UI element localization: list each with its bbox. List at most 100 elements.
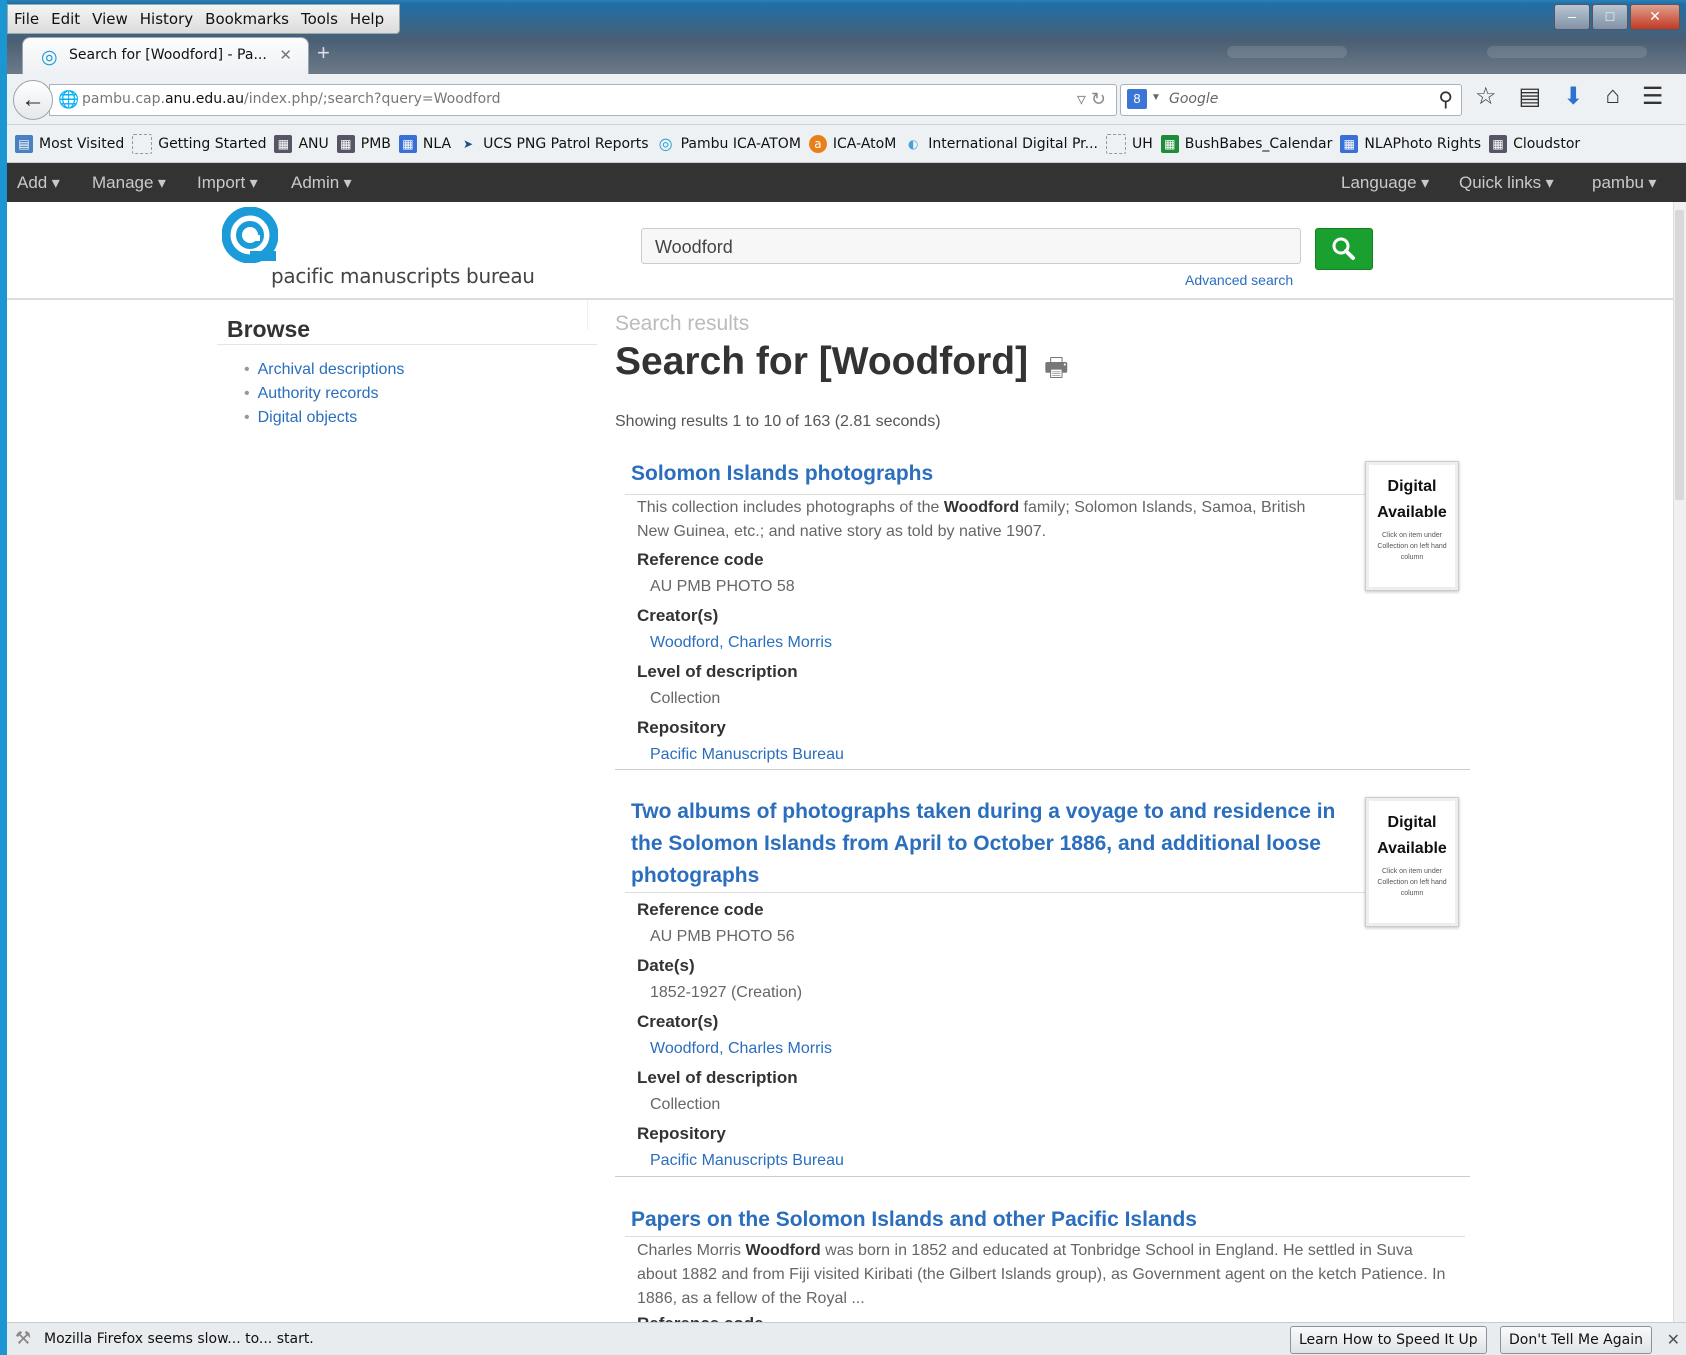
field-label: Reference code: [637, 900, 764, 919]
admin-menu-bar: Add Manage Import Admin Language Quick l…: [7, 163, 1686, 202]
tab-search-woodford[interactable]: ◎ Search for [Woodford] - Pa... ✕: [22, 37, 309, 75]
back-button[interactable]: ←: [13, 80, 53, 120]
maximize-button[interactable]: □: [1592, 4, 1628, 30]
level-of-description: Collection: [650, 1096, 721, 1113]
field-label: Reference code: [637, 1314, 764, 1322]
notification-bar: ⚒ Mozilla Firefox seems slow... to... st…: [7, 1322, 1686, 1355]
result-title[interactable]: Two albums of photographs taken during a…: [631, 796, 1335, 892]
badge-line: Digital: [1387, 814, 1437, 831]
bookmark-cloudstor[interactable]: ▦ Cloudstor: [1489, 134, 1580, 153]
divider: [587, 300, 588, 330]
close-window-button[interactable]: ✕: [1630, 4, 1680, 30]
digital-available-thumbnail[interactable]: Digital Available Click on item under Co…: [1365, 461, 1459, 591]
menu-view[interactable]: View: [86, 5, 134, 33]
pambu-favicon-icon: ◎: [41, 47, 58, 68]
search-input[interactable]: Woodford: [641, 228, 1301, 264]
result-title[interactable]: Solomon Islands photographs: [631, 458, 933, 490]
digital-available-thumbnail[interactable]: Digital Available Click on item under Co…: [1365, 797, 1459, 927]
search-icon[interactable]: ⚲: [1438, 87, 1453, 112]
field-label: Creator(s): [637, 606, 719, 625]
menu-quick-links[interactable]: Quick links: [1459, 173, 1554, 193]
creator-link[interactable]: Woodford, Charles Morris: [650, 1040, 832, 1058]
image-icon: ▦: [274, 134, 293, 153]
browse-archival-descriptions[interactable]: Archival descriptions: [244, 358, 405, 382]
notification-message: Mozilla Firefox seems slow... to... star…: [44, 1331, 314, 1347]
creator-link[interactable]: Woodford, Charles Morris: [650, 634, 832, 652]
bookmarks-toolbar: ▤ Most Visited Getting Started ▦ ANU ▦ PMB …: [7, 125, 1686, 163]
close-icon[interactable]: ✕: [1667, 1330, 1680, 1350]
reading-list-icon[interactable]: ▤: [1519, 82, 1542, 111]
bookmark-uh[interactable]: UH: [1105, 133, 1153, 154]
menu-bookmarks[interactable]: Bookmarks: [199, 5, 295, 33]
slow-startup-icon: ⚒: [15, 1328, 32, 1348]
hamburger-menu-icon[interactable]: ☰: [1642, 82, 1664, 111]
bookmark-anu[interactable]: ▦ ANU: [274, 134, 329, 153]
bookmark-pmb[interactable]: ▦ PMB: [336, 134, 391, 153]
dont-tell-me-again-button[interactable]: Don't Tell Me Again: [1500, 1326, 1652, 1354]
advanced-search-link[interactable]: Advanced search: [1185, 272, 1293, 288]
bookmark-star-icon[interactable]: ☆: [1475, 82, 1497, 111]
bookmark-international-digital[interactable]: ◐ International Digital Pr...: [904, 135, 1098, 153]
search-result: Solomon Islands photographs This collect…: [615, 458, 1465, 768]
divider: [615, 769, 1470, 770]
menu-language[interactable]: Language: [1341, 173, 1429, 193]
repository-link[interactable]: Pacific Manuscripts Bureau: [650, 1152, 844, 1170]
menu-user-pambu[interactable]: pambu: [1592, 173, 1656, 193]
page-scrollbar[interactable]: [1673, 202, 1686, 1322]
page-icon: [132, 133, 153, 154]
menu-bar: File Edit View History Bookmarks Tools Help: [7, 4, 400, 34]
search-bar[interactable]: 8 ▼ Google ⚲: [1120, 84, 1462, 116]
menu-admin[interactable]: Admin: [291, 173, 352, 193]
menu-help[interactable]: Help: [344, 5, 390, 33]
search-button[interactable]: [1315, 228, 1373, 270]
logo-text[interactable]: pacific manuscripts bureau: [271, 264, 535, 288]
learn-speed-up-button[interactable]: Learn How to Speed It Up: [1290, 1326, 1487, 1354]
browser-window: File Edit View History Bookmarks Tools Help – …: [7, 0, 1686, 1355]
pmb-logo-icon[interactable]: [222, 207, 278, 263]
badge-line: Available: [1377, 840, 1447, 857]
google-engine-icon[interactable]: 8: [1127, 89, 1147, 109]
divider: [625, 1236, 1465, 1237]
address-bar[interactable]: 🌐 pambu.cap.anu.edu.au/index.php/;search…: [49, 84, 1117, 116]
result-summary: This collection includes photographs of …: [637, 499, 1306, 540]
menu-tools[interactable]: Tools: [295, 5, 344, 33]
field-label: Repository: [637, 718, 726, 737]
browse-authority-records[interactable]: Authority records: [244, 382, 404, 406]
results-count: Showing results 1 to 10 of 163 (2.81 sec…: [615, 413, 941, 430]
tab-title: Search for [Woodford] - Pa...: [69, 47, 267, 63]
menu-edit[interactable]: Edit: [45, 5, 86, 33]
menu-import[interactable]: Import: [197, 173, 258, 193]
browse-digital-objects[interactable]: Digital objects: [244, 406, 404, 430]
menu-file[interactable]: File: [8, 5, 45, 33]
menu-history[interactable]: History: [134, 5, 199, 33]
menu-add[interactable]: Add: [17, 173, 60, 193]
bookmark-getting-started[interactable]: Getting Started: [132, 133, 266, 154]
bookmark-pambu-ica-atom[interactable]: ◎ Pambu ICA-ATOM: [657, 134, 801, 153]
bookmark-nlaphoto-rights[interactable]: ▦ NLAPhoto Rights: [1340, 134, 1481, 153]
page-title: Search for [Woodford]: [615, 340, 1029, 383]
close-tab-icon[interactable]: ✕: [279, 46, 292, 64]
divider: [615, 1176, 1470, 1177]
field-label: Creator(s): [637, 1012, 719, 1031]
bookmark-ica-atom[interactable]: a ICA-AtoM: [808, 134, 896, 153]
globe-icon: 🌐: [58, 90, 80, 109]
url-text: pambu.cap.anu.edu.au/index.php/;search?q…: [82, 91, 501, 107]
scrollbar-thumb[interactable]: [1675, 210, 1684, 500]
divider: [625, 494, 1365, 495]
bookmark-nla[interactable]: ▦ NLA: [398, 134, 451, 153]
bookmark-bushbabes-calendar[interactable]: ▦ BushBabes_Calendar: [1160, 134, 1332, 153]
bookmark-most-visited[interactable]: ▤ Most Visited: [15, 134, 124, 153]
printer-icon[interactable]: 🖶: [1044, 349, 1069, 393]
downloads-icon[interactable]: ⬇: [1563, 82, 1583, 111]
result-title[interactable]: Papers on the Solomon Islands and other …: [631, 1204, 1197, 1236]
home-icon[interactable]: ⌂: [1605, 82, 1620, 111]
bookmark-ucs-png[interactable]: ➤ UCS PNG Patrol Reports: [459, 135, 649, 153]
menu-manage[interactable]: Manage: [92, 173, 166, 193]
grid-icon: ▦: [398, 134, 417, 153]
new-tab-icon[interactable]: +: [317, 40, 330, 66]
spreadsheet-icon: ▦: [1160, 134, 1179, 153]
browse-list: Archival descriptions Authority records …: [244, 358, 405, 430]
minimize-button[interactable]: –: [1554, 4, 1590, 30]
repository-link[interactable]: Pacific Manuscripts Bureau: [650, 746, 844, 764]
reload-icon[interactable]: ▿ ↻: [1077, 89, 1106, 110]
